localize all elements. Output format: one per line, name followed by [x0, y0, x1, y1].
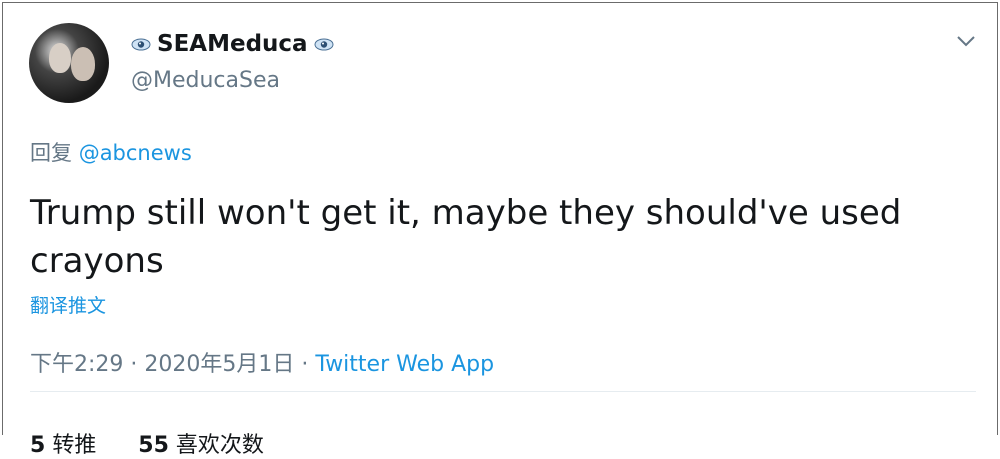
reply-mention-link[interactable]: @abcnews — [79, 141, 192, 165]
eye-icon — [131, 38, 151, 50]
eye-icon — [314, 38, 334, 50]
chevron-down-icon[interactable] — [955, 33, 977, 49]
reply-prefix: 回复 — [30, 141, 72, 165]
tweet-text: Trump still won't get it, maybe they sho… — [30, 193, 902, 281]
source-app-link[interactable]: Twitter Web App — [315, 352, 494, 377]
user-name-row[interactable]: SEAMeduca — [131, 31, 334, 57]
avatar[interactable] — [29, 23, 109, 103]
tweet-time[interactable]: 下午2:29 — [30, 352, 123, 377]
reply-context: 回复 @abcnews — [30, 137, 192, 167]
translate-tweet-link[interactable]: 翻译推文 — [30, 291, 106, 318]
tweet-stats: 5 转推 55 喜欢次数 — [30, 427, 264, 459]
meta-separator: · — [301, 352, 309, 377]
user-handle[interactable]: @MeducaSea — [131, 68, 280, 93]
tweet-card: SEAMeduca @MeducaSea 回复 @abcnews Trump s… — [2, 2, 998, 458]
display-name[interactable]: SEAMeduca — [157, 31, 308, 57]
tweet-meta: 下午2:29 · 2020年5月1日 · Twitter Web App — [30, 346, 494, 378]
divider — [30, 391, 976, 392]
tweet-date[interactable]: 2020年5月1日 — [144, 352, 294, 377]
meta-separator: · — [130, 352, 138, 377]
